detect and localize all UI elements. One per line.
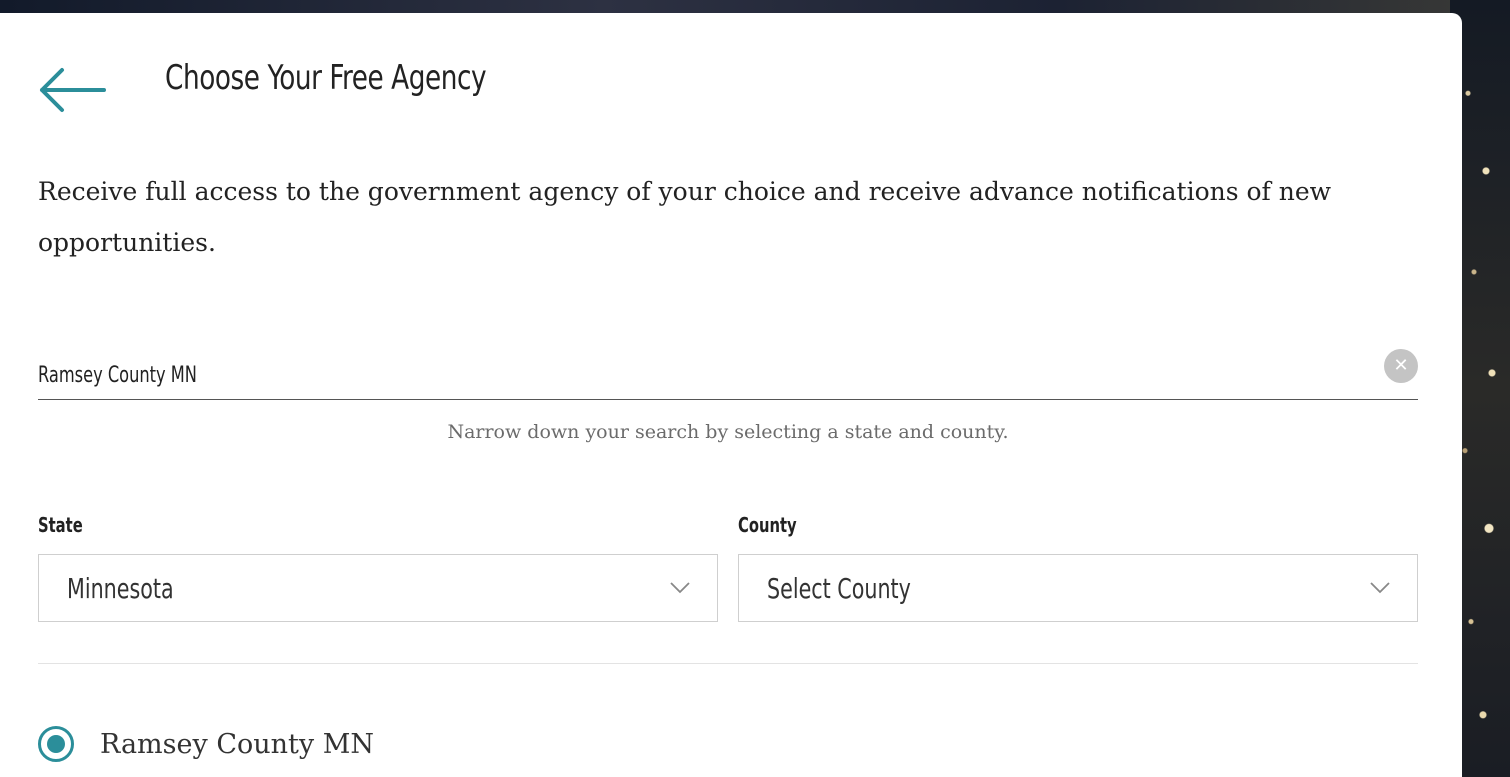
agency-card: Choose Your Free Agency Receive full acc… — [0, 13, 1462, 777]
county-select[interactable]: Select County — [738, 554, 1418, 622]
arrow-left-icon[interactable] — [36, 65, 108, 115]
agency-search: ✕ — [38, 343, 1418, 400]
county-label: County — [738, 513, 797, 537]
search-helper-text: Narrow down your search by selecting a s… — [447, 421, 1009, 443]
state-label: State — [38, 513, 83, 537]
state-select-value: Minnesota — [67, 572, 174, 605]
county-select-value: Select County — [767, 572, 911, 605]
page-title: Choose Your Free Agency — [165, 58, 487, 98]
agency-option-label: Ramsey County MN — [100, 728, 374, 760]
radio-dot — [47, 735, 65, 753]
background-top-strip — [0, 0, 1510, 14]
chevron-down-icon — [670, 582, 690, 594]
radio-selected-icon[interactable] — [38, 726, 74, 762]
state-select[interactable]: Minnesota — [38, 554, 718, 622]
agency-option[interactable]: Ramsey County MN — [38, 721, 374, 767]
chevron-down-icon — [1370, 582, 1390, 594]
section-divider — [38, 663, 1418, 664]
clear-circle-icon[interactable]: ✕ — [1384, 349, 1418, 383]
intro-text: Receive full access to the government ag… — [38, 177, 1332, 257]
agency-search-input[interactable] — [38, 355, 1104, 395]
